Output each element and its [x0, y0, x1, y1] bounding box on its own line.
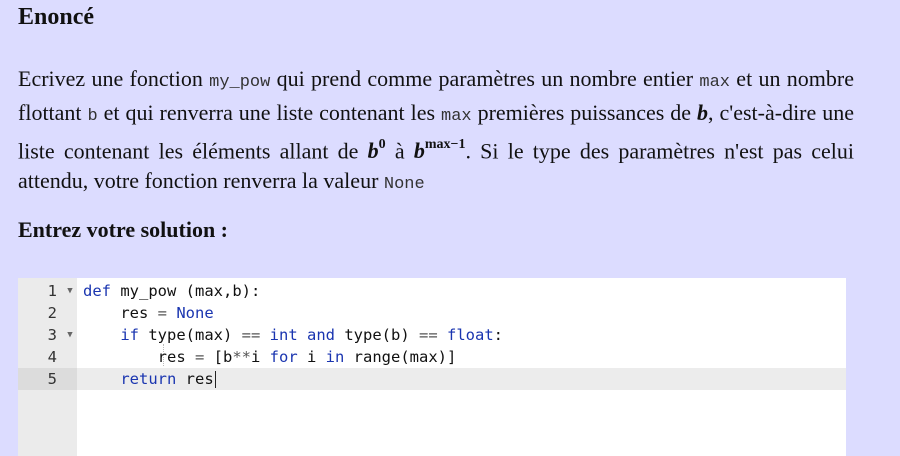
- code-keyword: for: [269, 348, 298, 366]
- code-token: i: [297, 348, 326, 366]
- code-lines: 1 ▼ def my_pow (max,b): 2 res = None 3 ▼ if t…: [18, 280, 846, 390]
- code-param-b: b: [87, 107, 98, 126]
- math-b-power-zero: b0: [367, 137, 386, 164]
- math-exponent: max−1: [424, 137, 466, 152]
- line-number: 4: [47, 348, 57, 366]
- math-base: b: [367, 138, 379, 164]
- text-cursor: [214, 371, 216, 388]
- code-keyword: and: [307, 326, 335, 344]
- code-line[interactable]: 4 res = [b**i for i in range(max)]: [18, 346, 846, 368]
- line-number: 5: [18, 368, 77, 390]
- code-token: type(b): [335, 326, 419, 344]
- code-keyword: float: [437, 326, 494, 344]
- page-heading: Enoncé: [18, 4, 95, 30]
- code-token: [b: [204, 348, 233, 366]
- code-editor[interactable]: 1 ▼ def my_pow (max,b): 2 res = None 3 ▼ if t…: [18, 278, 846, 456]
- code-token: my_pow (max,b):: [111, 282, 261, 300]
- solution-heading: Entrez votre solution :: [18, 217, 228, 242]
- code-keyword: None: [167, 304, 214, 322]
- statement-text: à: [385, 138, 414, 164]
- code-keyword: int: [260, 326, 298, 344]
- code-text: def my_pow (max,b):: [83, 280, 260, 302]
- fold-arrow-icon[interactable]: ▼: [65, 280, 75, 302]
- code-line[interactable]: 1 ▼ def my_pow (max,b):: [18, 280, 846, 302]
- code-function-name: my_pow: [209, 73, 271, 92]
- math-b: b: [697, 100, 709, 125]
- statement-text: Ecrivez une fonction: [18, 66, 210, 91]
- code-param-max: max: [699, 73, 731, 92]
- code-keyword: in: [325, 348, 345, 366]
- math-b-power-max-minus-one: bmax−1: [413, 137, 466, 164]
- code-token: :: [493, 326, 504, 344]
- code-line[interactable]: 3 ▼ if type(max) == int and type(b) == fl…: [18, 324, 846, 346]
- code-token: i: [251, 348, 270, 366]
- code-keyword: def: [83, 282, 111, 300]
- code-keyword: return: [120, 370, 177, 388]
- code-text: res = None: [83, 302, 214, 324]
- statement-text: premières puissances de: [471, 100, 698, 125]
- code-text: res = [b**i for i in range(max)]: [83, 346, 457, 368]
- code-text: if type(max) == int and type(b) == float…: [83, 324, 503, 346]
- code-token: res: [83, 304, 158, 322]
- code-operator: ==: [241, 326, 261, 344]
- code-line[interactable]: 2 res = None: [18, 302, 846, 324]
- code-operator: **: [232, 348, 251, 366]
- code-none-value: None: [383, 175, 425, 195]
- indent-guide: [163, 344, 164, 366]
- code-operator: =: [194, 348, 205, 366]
- code-operator: =: [157, 304, 167, 322]
- line-number: 2: [47, 304, 57, 322]
- code-text: return res: [83, 368, 216, 390]
- code-token: res: [83, 348, 195, 366]
- problem-statement: Ecrivez une fonction my_pow qui prend co…: [18, 64, 854, 200]
- code-token: range(max)]: [344, 348, 457, 366]
- math-base: b: [413, 138, 425, 164]
- fold-arrow-icon[interactable]: ▼: [65, 324, 75, 346]
- code-keyword: if: [120, 326, 139, 344]
- code-token: res: [176, 370, 214, 388]
- statement-text: et qui renverra une liste contenant les: [97, 100, 441, 125]
- statement-text: qui prend comme paramètres un nombre ent…: [270, 66, 700, 91]
- code-token: type(max): [139, 326, 242, 344]
- code-operator: ==: [419, 326, 438, 344]
- code-line[interactable]: 5 return res: [18, 368, 846, 390]
- math-exponent: 0: [378, 137, 386, 152]
- code-param-max: max: [441, 107, 472, 126]
